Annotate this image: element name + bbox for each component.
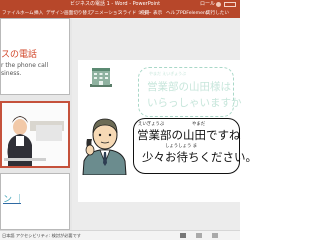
tab-view[interactable]: 表示 — [153, 9, 162, 18]
notes-icon[interactable] — [180, 233, 186, 238]
caller-line-1: 営業部の山田様は — [147, 81, 231, 93]
tab-transitions[interactable]: 画面切り替え — [64, 9, 92, 18]
caller-line-2: いらっしゃいますか — [147, 97, 242, 109]
tell-me-input[interactable]: 実行したい — [206, 9, 229, 18]
reply-line-1: 営業部の山田ですね — [137, 128, 241, 142]
reply-speech-bubble[interactable]: えいぎょうぶ やまだ 営業部の山田ですね しょうしょう ま 少々お待ちください。 — [133, 118, 257, 174]
tab-pdfelement[interactable]: PDFelement — [180, 9, 208, 18]
businesswoman-photo — [2, 103, 68, 166]
slide1-subtitle-1: r the phone call — [1, 62, 49, 69]
tab-file[interactable]: ファイル — [2, 9, 20, 18]
status-text[interactable]: 日本語 アクセシビリティ: 検討が必要です — [2, 231, 81, 240]
slide1-subtitle-2: siness. — [1, 70, 22, 77]
tab-home[interactable]: ホーム — [20, 9, 34, 18]
caller-ruby: やまだ えいぎょうぶ — [149, 71, 187, 76]
tab-review[interactable]: 校閲 — [140, 9, 149, 18]
title-bar: ビジネスの電話 1 - Word - PowerPoint ロール — [0, 0, 240, 9]
reply-line-2: 少々お待ちください。 — [142, 150, 257, 164]
slide3-rule — [3, 203, 21, 204]
avatar[interactable] — [216, 2, 221, 7]
sorter-view-icon[interactable] — [212, 233, 218, 238]
window-controls[interactable] — [224, 2, 236, 7]
window-title: ビジネスの電話 1 - Word - PowerPoint — [70, 1, 161, 7]
tab-help[interactable]: ヘルプ — [166, 9, 180, 18]
slide-thumbnail-3[interactable]: ン ｜ — [0, 173, 70, 230]
slide-thumbnail-2[interactable] — [0, 101, 70, 168]
businessman-icon — [82, 118, 127, 175]
tab-insert[interactable]: 挿入 — [34, 9, 43, 18]
caller-speech-bubble[interactable]: やまだ えいぎょうぶ 営業部の山田様は いらっしゃいますか — [138, 67, 242, 117]
tab-design[interactable]: デザイン — [46, 9, 64, 18]
slide1-heading: スの電話 — [1, 50, 38, 60]
status-bar: 日本語 アクセシビリティ: 検討が必要です — [0, 230, 240, 240]
slide-thumbnail-1[interactable]: スの電話 r the phone call siness. — [0, 18, 70, 95]
normal-view-icon[interactable] — [196, 233, 202, 238]
ribbon-tabs: ファイル ホーム 挿入 デザイン 画面切り替え アニメーション スライド ショー… — [0, 9, 240, 18]
account-label[interactable]: ロール — [200, 0, 215, 9]
building-icon — [90, 68, 112, 87]
